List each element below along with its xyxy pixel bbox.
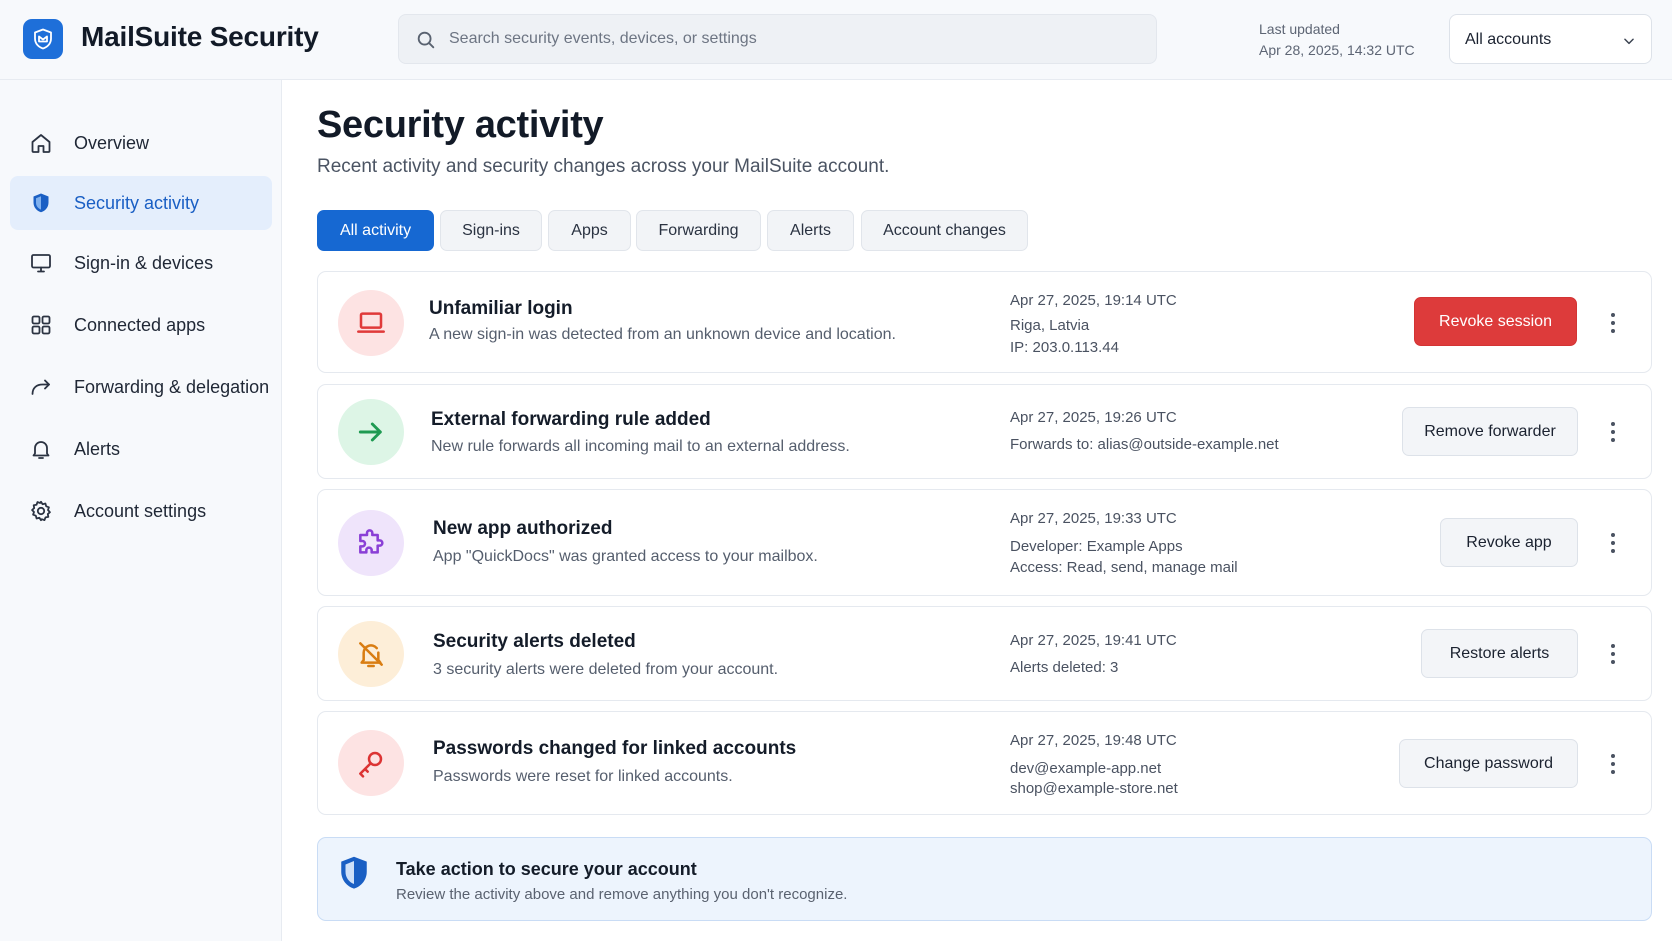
sidebar-item-overview[interactable]: Overview [10, 116, 272, 170]
sidebar-item-label: Connected apps [74, 315, 206, 335]
account-selector[interactable]: All accounts [1449, 14, 1652, 64]
sidebar-item-label: Account settings [74, 501, 207, 521]
event-detail: dev@example-app.net [1010, 760, 1162, 777]
sidebar-item-alerts[interactable]: Alerts [10, 422, 272, 476]
sidebar-item-account-settings[interactable]: Account settings [10, 484, 272, 538]
remove-forwarder-button[interactable]: Remove forwarder [1402, 407, 1578, 456]
revoke-app-button[interactable]: Revoke app [1440, 518, 1578, 567]
more-options-icon[interactable] [1603, 417, 1623, 447]
event-time: Apr 27, 2025, 19:14 UTC [1010, 292, 1177, 309]
laptop-icon [357, 312, 385, 333]
event-card-new-app-authorized: New app authorized App "QuickDocs" was g… [317, 489, 1652, 596]
shield-mail-icon [34, 28, 52, 50]
app-title: MailSuite Security [81, 21, 319, 52]
more-options-icon[interactable] [1603, 528, 1623, 558]
event-time: Apr 27, 2025, 19:26 UTC [1010, 409, 1177, 426]
event-time: Apr 27, 2025, 19:33 UTC [1010, 510, 1177, 527]
bell-off-icon [359, 642, 383, 668]
key-icon [359, 751, 383, 778]
tab-account-changes[interactable]: Account changes [861, 210, 1028, 251]
event-description: App "QuickDocs" was granted access to yo… [433, 548, 818, 565]
sidebar-item-label: Security activity [74, 193, 200, 213]
puzzle-icon [359, 529, 384, 554]
event-icon-badge [338, 290, 404, 356]
sidebar: Overview Security activity Sign-in & dev… [0, 80, 282, 941]
grid-icon [31, 315, 51, 335]
sidebar-item-label: Overview [74, 133, 150, 153]
banner-title: Take action to secure your account [396, 859, 697, 879]
sidebar-item-forwarding-delegation[interactable]: Forwarding & delegation [10, 360, 272, 414]
event-detail: IP: 203.0.113.44 [1010, 339, 1119, 356]
event-description: Passwords were reset for linked accounts… [433, 768, 733, 785]
arrow-right-icon [358, 422, 382, 442]
event-time: Apr 27, 2025, 19:48 UTC [1010, 732, 1177, 749]
sidebar-item-label: Alerts [74, 439, 121, 459]
tab-alerts[interactable]: Alerts [767, 210, 854, 251]
more-options-icon[interactable] [1603, 308, 1623, 338]
change-password-button[interactable]: Change password [1399, 739, 1578, 788]
shield-icon [33, 193, 49, 213]
event-description: A new sign-in was detected from an unkno… [429, 326, 896, 343]
event-card-passwords-changed: Passwords changed for linked accounts Pa… [317, 711, 1652, 815]
account-selector-value: All accounts [1465, 31, 1552, 48]
more-options-icon[interactable] [1603, 639, 1623, 669]
sidebar-item-label: Sign-in & devices [74, 253, 214, 273]
event-detail: Riga, Latvia [1010, 317, 1090, 334]
event-description: 3 security alerts were deleted from your… [433, 661, 779, 678]
bell-icon [32, 441, 50, 459]
event-icon-badge [338, 621, 404, 687]
page-title: Security activity [317, 104, 604, 146]
event-card-security-alerts-deleted: Security alerts deleted 3 security alert… [317, 606, 1652, 701]
tab-sign-ins[interactable]: Sign-ins [440, 210, 542, 251]
event-detail: Alerts deleted: 3 [1010, 659, 1119, 676]
event-title: External forwarding rule added [431, 409, 711, 430]
event-detail: shop@example-store.net [1010, 780, 1178, 797]
last-updated-time: Apr 28, 2025, 14:32 UTC [1259, 42, 1415, 58]
chevron-down-icon [1624, 38, 1634, 45]
search-icon [417, 31, 435, 49]
event-icon-badge [338, 399, 404, 465]
event-detail: Access: Read, send, manage mail [1010, 559, 1238, 576]
event-title: Security alerts deleted [433, 631, 636, 652]
shield-icon [341, 856, 367, 889]
monitor-icon [31, 254, 51, 273]
restore-alerts-button[interactable]: Restore alerts [1421, 629, 1578, 678]
search-input[interactable] [449, 15, 1139, 63]
revoke-session-button[interactable]: Revoke session [1414, 297, 1577, 346]
event-description: New rule forwards all incoming mail to a… [431, 438, 850, 455]
event-title: Unfamiliar login [429, 298, 573, 319]
event-time: Apr 27, 2025, 19:41 UTC [1010, 632, 1177, 649]
event-title: Passwords changed for linked accounts [433, 738, 797, 759]
event-icon-badge [338, 510, 404, 576]
more-options-icon[interactable] [1603, 749, 1623, 779]
sidebar-item-security-activity[interactable]: Security activity [10, 176, 272, 230]
event-icon-badge [338, 730, 404, 796]
tab-apps[interactable]: Apps [548, 210, 631, 251]
event-card-external-forwarding: External forwarding rule added New rule … [317, 384, 1652, 479]
banner-description: Review the activity above and remove any… [396, 886, 848, 903]
sidebar-item-connected-apps[interactable]: Connected apps [10, 298, 272, 352]
sidebar-item-sign-in-devices[interactable]: Sign-in & devices [10, 236, 272, 290]
secure-account-banner: Take action to secure your account Revie… [317, 837, 1652, 921]
gear-icon [31, 500, 51, 522]
forward-arrow-icon [31, 379, 50, 395]
tab-forwarding[interactable]: Forwarding [636, 210, 761, 251]
page-subtitle: Recent activity and security changes acr… [317, 156, 890, 177]
event-title: New app authorized [433, 518, 613, 539]
search-bar[interactable] [398, 14, 1157, 64]
event-detail: Developer: Example Apps [1010, 538, 1183, 555]
event-detail: Forwards to: alias@outside-example.net [1010, 436, 1279, 453]
top-header: MailSuite Security Last updated Apr 28, … [0, 0, 1672, 80]
tab-all-activity[interactable]: All activity [317, 210, 434, 251]
last-updated-label: Last updated [1259, 21, 1340, 37]
event-card-unfamiliar-login: Unfamiliar login A new sign-in was detec… [317, 271, 1652, 373]
app-logo [23, 19, 63, 59]
sidebar-item-label: Forwarding & delegation [74, 377, 270, 397]
home-icon [31, 134, 51, 153]
